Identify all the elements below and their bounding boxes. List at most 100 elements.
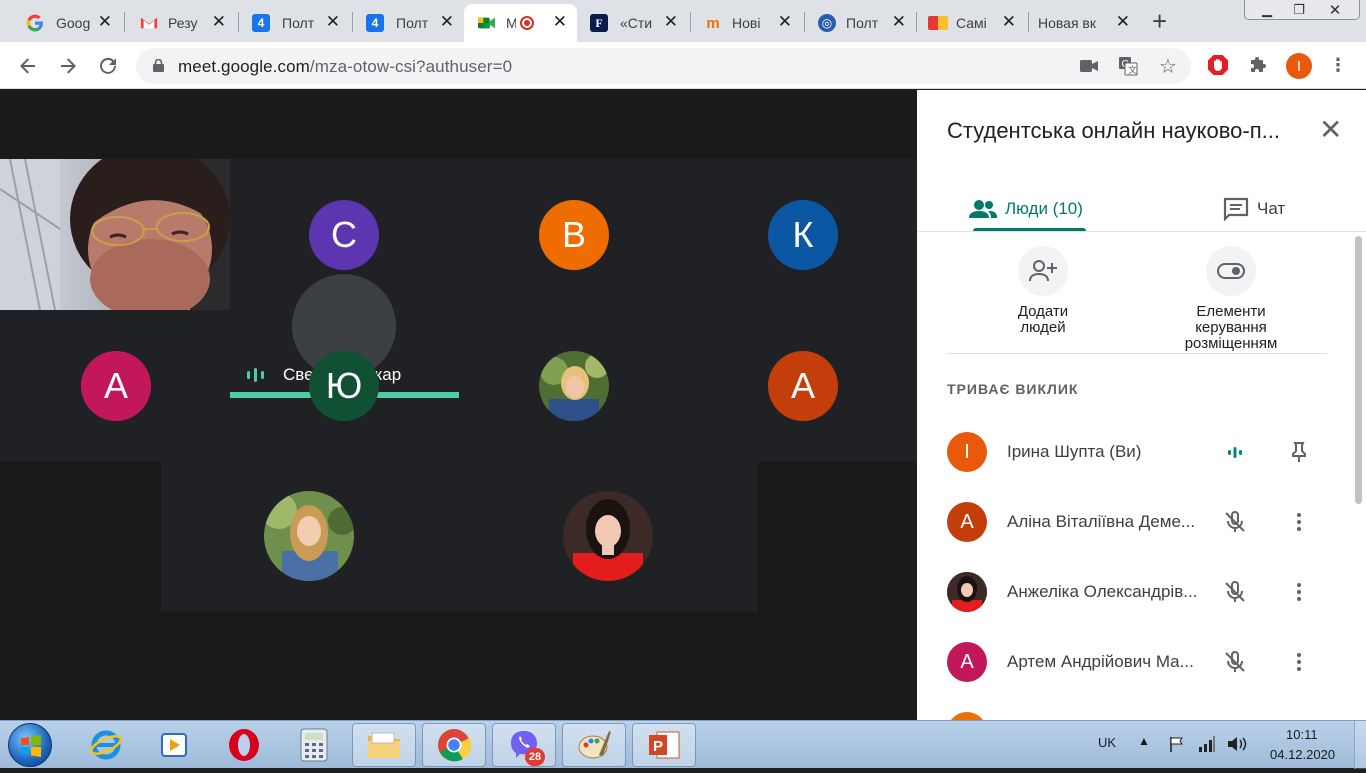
layout-controls-button[interactable]: Елементи керування розміщенням bbox=[1151, 246, 1311, 352]
language-indicator[interactable]: UK bbox=[1098, 735, 1116, 750]
svg-text:文: 文 bbox=[1128, 64, 1137, 76]
participant-avatar[interactable]: С bbox=[309, 200, 379, 270]
powerpoint-taskbar-icon[interactable]: P bbox=[632, 723, 696, 767]
close-tab-icon[interactable]: ✕ bbox=[778, 13, 792, 31]
layout-controls-label-3: розміщенням bbox=[1184, 335, 1278, 352]
participant-photo[interactable] bbox=[563, 491, 653, 581]
close-panel-icon[interactable]: ✕ bbox=[1319, 116, 1342, 144]
f-icon: F bbox=[590, 14, 608, 32]
participant-avatar[interactable]: Ю bbox=[309, 351, 379, 421]
chrome-menu-icon[interactable]: ⋮ bbox=[1326, 53, 1350, 77]
url-text: meet.google.com/mza-otow-csi?authuser=0 bbox=[178, 57, 512, 77]
participant-photo[interactable] bbox=[539, 351, 609, 421]
tab-title: Полт bbox=[846, 15, 879, 31]
adblock-icon[interactable] bbox=[1206, 53, 1230, 77]
close-tab-icon[interactable]: ✕ bbox=[440, 13, 454, 31]
participant-avatar[interactable]: А bbox=[81, 351, 151, 421]
meet-video-grid: С Света Свичкар В К А Ю А bbox=[0, 90, 917, 720]
self-video-tile[interactable] bbox=[0, 159, 230, 310]
browser-tabstrip: Goog ✕ Резу ✕ 4 Полт ✕ 4 Полт ✕ M ✕ F «С… bbox=[0, 0, 1366, 42]
browser-tab-meet[interactable]: M ✕ bbox=[464, 4, 577, 42]
gmail-icon bbox=[140, 14, 158, 32]
people-icon bbox=[969, 200, 997, 218]
explorer-taskbar-icon[interactable] bbox=[352, 723, 416, 767]
participant-photo[interactable] bbox=[264, 491, 354, 581]
participant-row[interactable]: А Аліна Віталіївна Деме... bbox=[947, 497, 1337, 547]
flag-icon bbox=[928, 16, 948, 30]
show-hidden-icons-icon[interactable]: ▲ bbox=[1138, 734, 1150, 748]
translate-icon[interactable]: G文 bbox=[1118, 56, 1138, 76]
browser-tab-new[interactable]: Новая вк ✕ bbox=[1030, 4, 1140, 42]
tab-title: Новая вк bbox=[1038, 15, 1096, 31]
network-signal-icon[interactable] bbox=[1198, 735, 1216, 753]
start-button[interactable] bbox=[8, 723, 52, 767]
pin-icon[interactable] bbox=[1287, 440, 1311, 464]
more-options-icon[interactable] bbox=[1287, 510, 1311, 534]
calendar-4-icon: 4 bbox=[366, 14, 384, 32]
clock-date[interactable]: 04.12.2020 bbox=[1270, 747, 1335, 762]
more-options-icon[interactable] bbox=[1287, 580, 1311, 604]
camera-icon[interactable] bbox=[1079, 56, 1099, 76]
participant-avatar[interactable]: В bbox=[539, 200, 609, 270]
tab-chat[interactable]: Чат bbox=[1223, 186, 1285, 232]
opera-taskbar-icon[interactable] bbox=[212, 723, 276, 767]
browser-tab-calendar-2[interactable]: 4 Полт ✕ bbox=[354, 4, 464, 42]
calculator-taskbar-icon[interactable] bbox=[282, 723, 346, 767]
viber-taskbar-icon[interactable]: 28 bbox=[492, 723, 556, 767]
close-tab-icon[interactable]: ✕ bbox=[664, 13, 678, 31]
chrome-taskbar-icon[interactable] bbox=[422, 723, 486, 767]
paint-taskbar-icon[interactable] bbox=[562, 723, 626, 767]
browser-tab-f[interactable]: F «Сти ✕ bbox=[578, 4, 688, 42]
participant-row[interactable] bbox=[947, 707, 1337, 720]
url-host: meet.google.com bbox=[178, 57, 310, 76]
forward-icon[interactable] bbox=[54, 52, 82, 80]
close-tab-icon[interactable]: ✕ bbox=[212, 13, 226, 31]
browser-tab-globe[interactable]: ◎ Полт ✕ bbox=[806, 4, 916, 42]
media-player-taskbar-icon[interactable] bbox=[142, 723, 206, 767]
browser-tab-gmail[interactable]: Резу ✕ bbox=[126, 4, 236, 42]
participant-avatar[interactable]: К bbox=[768, 200, 838, 270]
close-tab-icon[interactable]: ✕ bbox=[326, 13, 340, 31]
action-center-flag-icon[interactable] bbox=[1168, 735, 1186, 753]
participant-row[interactable]: Анжеліка Олександрів... bbox=[947, 567, 1337, 617]
participant-row[interactable]: А Артем Андрійович Ма... bbox=[947, 637, 1337, 687]
browser-tab-flag[interactable]: Самі ✕ bbox=[918, 4, 1026, 42]
participant-avatar[interactable]: А bbox=[768, 351, 838, 421]
profile-avatar[interactable]: I bbox=[1286, 53, 1312, 79]
participant-name: Аліна Віталіївна Деме... bbox=[1007, 512, 1196, 531]
volume-icon[interactable] bbox=[1226, 735, 1248, 753]
ie-taskbar-icon[interactable] bbox=[74, 723, 138, 767]
browser-tab-google[interactable]: Goog ✕ bbox=[2, 4, 122, 42]
add-people-button[interactable]: Додати людей bbox=[963, 246, 1123, 336]
close-window-icon[interactable]: ✕ bbox=[1312, 0, 1358, 20]
back-icon[interactable] bbox=[14, 52, 42, 80]
chat-icon bbox=[1223, 197, 1249, 221]
recording-icon bbox=[520, 16, 534, 30]
layout-controls-label-2: керування bbox=[1195, 319, 1267, 336]
show-desktop-button[interactable] bbox=[1354, 721, 1366, 769]
url-path: /mza-otow-csi?authuser=0 bbox=[309, 57, 513, 76]
browser-tab-calendar-1[interactable]: 4 Полт ✕ bbox=[240, 4, 350, 42]
add-people-label-1: Додати bbox=[1017, 303, 1069, 320]
address-bar[interactable]: meet.google.com/mza-otow-csi?authuser=0 … bbox=[136, 48, 1191, 84]
people-panel: Студентська онлайн науково-п... ✕ Люди (… bbox=[917, 90, 1366, 720]
panel-scrollbar[interactable] bbox=[1355, 236, 1362, 504]
close-tab-icon[interactable]: ✕ bbox=[1002, 13, 1016, 31]
close-tab-icon[interactable]: ✕ bbox=[892, 13, 906, 31]
new-tab-button[interactable]: + bbox=[1152, 7, 1167, 35]
extensions-puzzle-icon[interactable] bbox=[1246, 53, 1270, 77]
participant-row[interactable]: І Ірина Шупта (Ви) bbox=[947, 427, 1337, 477]
clock-time[interactable]: 10:11 bbox=[1286, 727, 1318, 742]
close-tab-icon[interactable]: ✕ bbox=[553, 13, 567, 31]
reload-icon[interactable] bbox=[94, 52, 122, 80]
close-tab-icon[interactable]: ✕ bbox=[98, 13, 112, 31]
audio-level-icon bbox=[1223, 440, 1247, 464]
browser-tab-m[interactable]: m Нові ✕ bbox=[692, 4, 802, 42]
bookmark-star-icon[interactable]: ☆ bbox=[1158, 56, 1178, 78]
tab-people[interactable]: Люди (10) bbox=[969, 186, 1083, 232]
m-icon: m bbox=[706, 14, 720, 32]
more-options-icon[interactable] bbox=[1287, 650, 1311, 674]
close-tab-icon[interactable]: ✕ bbox=[1116, 13, 1130, 31]
toggle-icon bbox=[1217, 263, 1245, 279]
tab-title: M bbox=[506, 15, 516, 31]
